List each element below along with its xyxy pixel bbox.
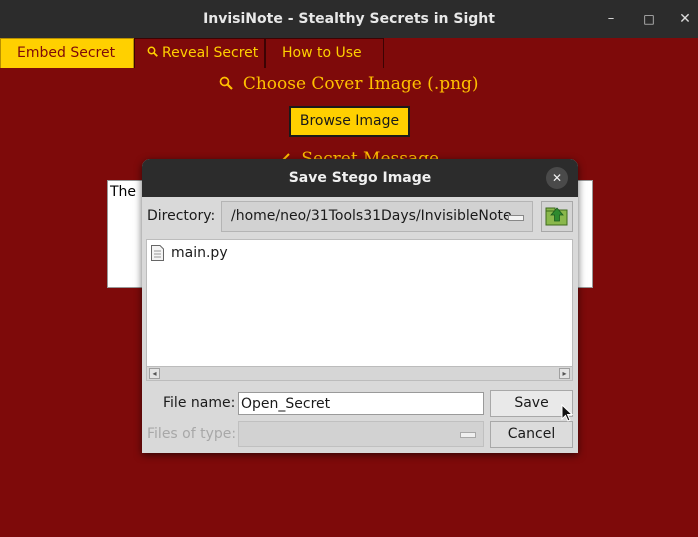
minimize-button[interactable]: – <box>598 6 624 32</box>
cover-heading-text: Choose Cover Image (.png) <box>242 74 479 94</box>
directory-path: /home/neo/31Tools31Days/InvisibleNote <box>231 208 512 224</box>
filename-label: File name: <box>163 395 236 411</box>
minimize-icon: – <box>607 11 615 26</box>
file-icon <box>151 245 164 261</box>
folder-up-icon <box>545 207 568 226</box>
file-name: main.py <box>171 245 228 261</box>
maximize-button[interactable]: □ <box>636 6 662 32</box>
directory-combo[interactable]: /home/neo/31Tools31Days/InvisibleNote <box>221 201 533 232</box>
magnifier-icon <box>219 74 242 94</box>
tab-how-to-use[interactable]: How to Use <box>265 38 384 68</box>
filetype-label: Files of type: <box>147 426 237 442</box>
filetype-combo[interactable] <box>238 421 484 447</box>
cover-image-heading: Choose Cover Image (.png) <box>0 74 698 94</box>
tab-embed-secret[interactable]: Embed Secret <box>0 38 134 68</box>
file-list[interactable]: main.py ◂ ▸ <box>146 239 573 381</box>
tab-label: Reveal Secret <box>162 45 259 61</box>
tab-label: Embed Secret <box>17 45 116 61</box>
scroll-left-icon[interactable]: ◂ <box>149 368 160 379</box>
dialog-titlebar[interactable]: Save Stego Image ✕ <box>142 159 578 197</box>
tab-reveal-secret[interactable]: Reveal Secret <box>134 38 265 68</box>
scroll-right-icon[interactable]: ▸ <box>559 368 570 379</box>
dialog-close-button[interactable]: ✕ <box>546 167 568 189</box>
directory-label: Directory: <box>147 208 216 224</box>
secret-message-text: The <box>110 184 137 200</box>
close-icon: ✕ <box>679 11 691 27</box>
parent-folder-button[interactable] <box>541 201 573 232</box>
window-close-button[interactable]: ✕ <box>672 6 698 32</box>
tab-bar: Embed Secret Reveal Secret How to Use <box>0 38 698 69</box>
window-titlebar[interactable]: InvisiNote - Stealthy Secrets in Sight –… <box>0 0 698 38</box>
window-title: InvisiNote - Stealthy Secrets in Sight <box>203 11 495 27</box>
filename-input[interactable] <box>238 392 484 415</box>
mouse-pointer-icon <box>561 404 573 422</box>
magnifier-icon <box>147 39 158 67</box>
maximize-icon: □ <box>643 12 655 26</box>
dropdown-icon <box>460 432 476 438</box>
close-icon: ✕ <box>551 171 563 185</box>
dropdown-icon <box>508 215 524 221</box>
browse-image-button[interactable]: Browse Image <box>289 106 410 137</box>
tab-label: How to Use <box>282 45 362 61</box>
horizontal-scrollbar[interactable]: ◂ ▸ <box>147 366 572 380</box>
save-dialog: Save Stego Image ✕ Directory: /home/neo/… <box>142 159 578 453</box>
cancel-button[interactable]: Cancel <box>490 421 573 448</box>
dialog-title: Save Stego Image <box>288 170 432 186</box>
